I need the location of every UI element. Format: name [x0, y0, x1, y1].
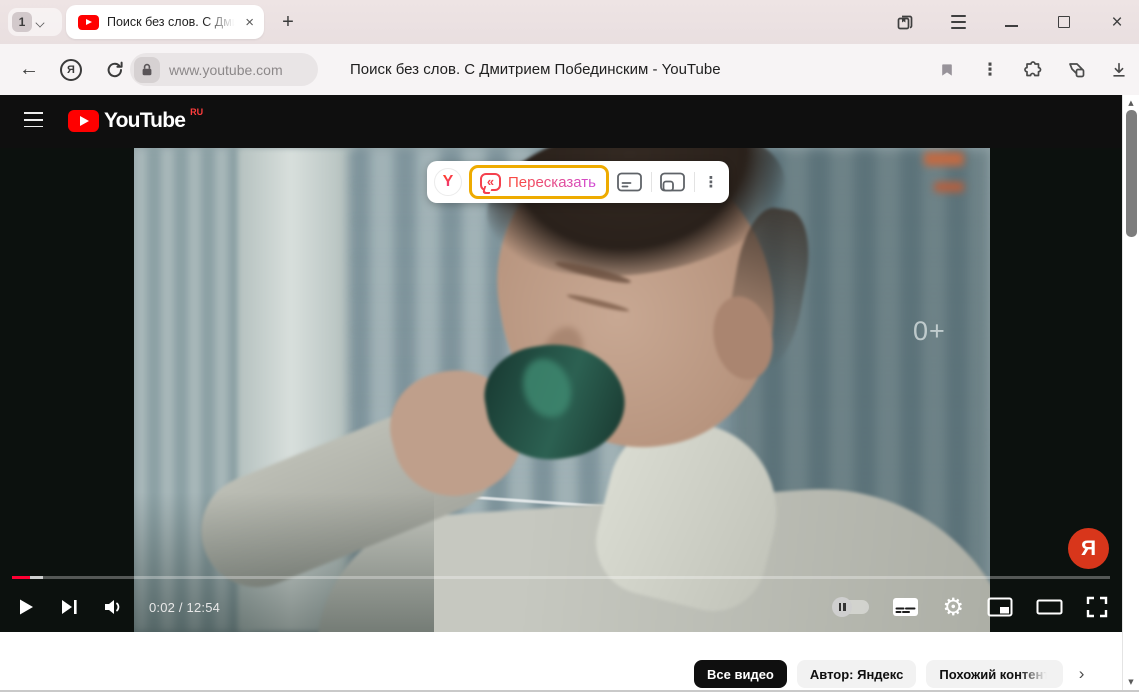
extensions-puzzle-icon[interactable]: [1023, 60, 1043, 80]
yandex-watermark-badge[interactable]: Я: [1068, 528, 1109, 569]
youtube-logo[interactable]: YouTube RU: [68, 108, 203, 134]
maximize-button[interactable]: [1054, 12, 1074, 32]
subtitles-button[interactable]: [892, 597, 919, 617]
settings-gear-icon[interactable]: ⚙: [942, 595, 964, 619]
age-rating-badge: 0+: [913, 316, 946, 347]
youtube-region-badge: RU: [190, 107, 203, 117]
close-window-button[interactable]: ×: [1107, 12, 1127, 32]
played-bar: [12, 576, 30, 579]
tab-count-badge: 1: [12, 12, 32, 32]
youtube-play-icon: [68, 110, 99, 132]
url-text: www.youtube.com: [169, 62, 283, 78]
play-button[interactable]: [16, 597, 36, 617]
toolbar-pip-icon[interactable]: [659, 168, 687, 196]
bookmark-icon[interactable]: [937, 60, 957, 80]
yandex-browser-logo-icon[interactable]: Y: [434, 168, 462, 196]
toolbar-kebab-icon[interactable]: ⋮: [702, 173, 720, 191]
tab-active[interactable]: Поиск без слов. С Дми ×: [66, 5, 264, 39]
youtube-header: YouTube RU ⋮ Войти: [0, 95, 1139, 148]
new-tab-button[interactable]: +: [274, 8, 302, 36]
volume-icon[interactable]: [103, 597, 125, 617]
video-frame[interactable]: [134, 148, 990, 632]
scrollbar-thumb[interactable]: [1126, 110, 1137, 237]
retell-button[interactable]: « Пересказать: [469, 165, 609, 199]
chip-row: Все видео Автор: Яндекс Похожий контент …: [694, 660, 1084, 688]
guide-menu-icon[interactable]: [24, 112, 43, 127]
tab-bar: 1 Поиск без слов. С Дми × + ×: [0, 0, 1139, 44]
chevron-down-icon: [36, 19, 46, 25]
seek-bar[interactable]: [12, 576, 1110, 579]
fullscreen-button[interactable]: [1086, 596, 1108, 618]
window-controls: ×: [895, 0, 1127, 44]
player-controls: 0:02 / 12:54 ⚙: [0, 584, 1122, 630]
minimize-button[interactable]: [1001, 12, 1021, 32]
page-actions-kebab-icon[interactable]: ⋮: [980, 60, 1000, 80]
pause-icon: [832, 597, 852, 617]
lock-icon[interactable]: [134, 57, 160, 83]
miniplayer-button[interactable]: [987, 597, 1013, 617]
chips-more-chevron-icon[interactable]: ›: [1079, 664, 1085, 684]
downloads-icon[interactable]: [1109, 60, 1129, 80]
collections-icon[interactable]: [1066, 60, 1086, 80]
address-bar-actions: ⋮: [937, 44, 1129, 95]
page-title: Поиск без слов. С Дмитрием Побединским -…: [350, 44, 721, 95]
url-field[interactable]: www.youtube.com: [130, 53, 318, 86]
scroll-down-icon[interactable]: ▼: [1123, 678, 1139, 686]
next-button[interactable]: [60, 598, 79, 616]
toolbar-subtitles-icon[interactable]: [616, 168, 644, 196]
tab-title: Поиск без слов. С Дми: [107, 15, 237, 29]
page-scrollbar[interactable]: ▲ ▼: [1122, 95, 1139, 692]
time-display: 0:02 / 12:54: [149, 600, 220, 615]
scroll-up-icon[interactable]: ▲: [1123, 99, 1139, 107]
browser-menu-icon[interactable]: [948, 12, 968, 32]
address-bar: ← Я www.youtube.com Поиск без слов. С Дм…: [0, 44, 1139, 95]
chip-author[interactable]: Автор: Яндекс: [797, 660, 916, 688]
retell-label: Пересказать: [508, 174, 596, 191]
youtube-favicon-icon: [78, 15, 99, 30]
theater-mode-button[interactable]: [1036, 597, 1063, 617]
back-icon[interactable]: ←: [16, 44, 42, 95]
tab-panels-icon[interactable]: [895, 12, 915, 32]
tab-group-selector[interactable]: 1: [8, 8, 62, 36]
yandex-home-icon[interactable]: Я: [58, 44, 84, 95]
chip-all-videos[interactable]: Все видео: [694, 660, 787, 688]
refresh-icon[interactable]: [102, 44, 128, 95]
tab-close-icon[interactable]: ×: [245, 15, 254, 30]
autoplay-toggle[interactable]: [834, 600, 869, 614]
yandex-video-toolbar: Y « Пересказать ⋮: [427, 161, 729, 203]
chip-similar-content[interactable]: Похожий контент: [926, 660, 1062, 688]
related-chips-strip: Все видео Автор: Яндекс Похожий контент …: [0, 632, 1139, 692]
quote-bubble-icon: «: [480, 173, 501, 191]
browser-window: 1 Поиск без слов. С Дми × + × ← Я: [0, 0, 1139, 692]
video-player: 0+ Y « Пересказать ⋮ Я: [0, 148, 1139, 632]
